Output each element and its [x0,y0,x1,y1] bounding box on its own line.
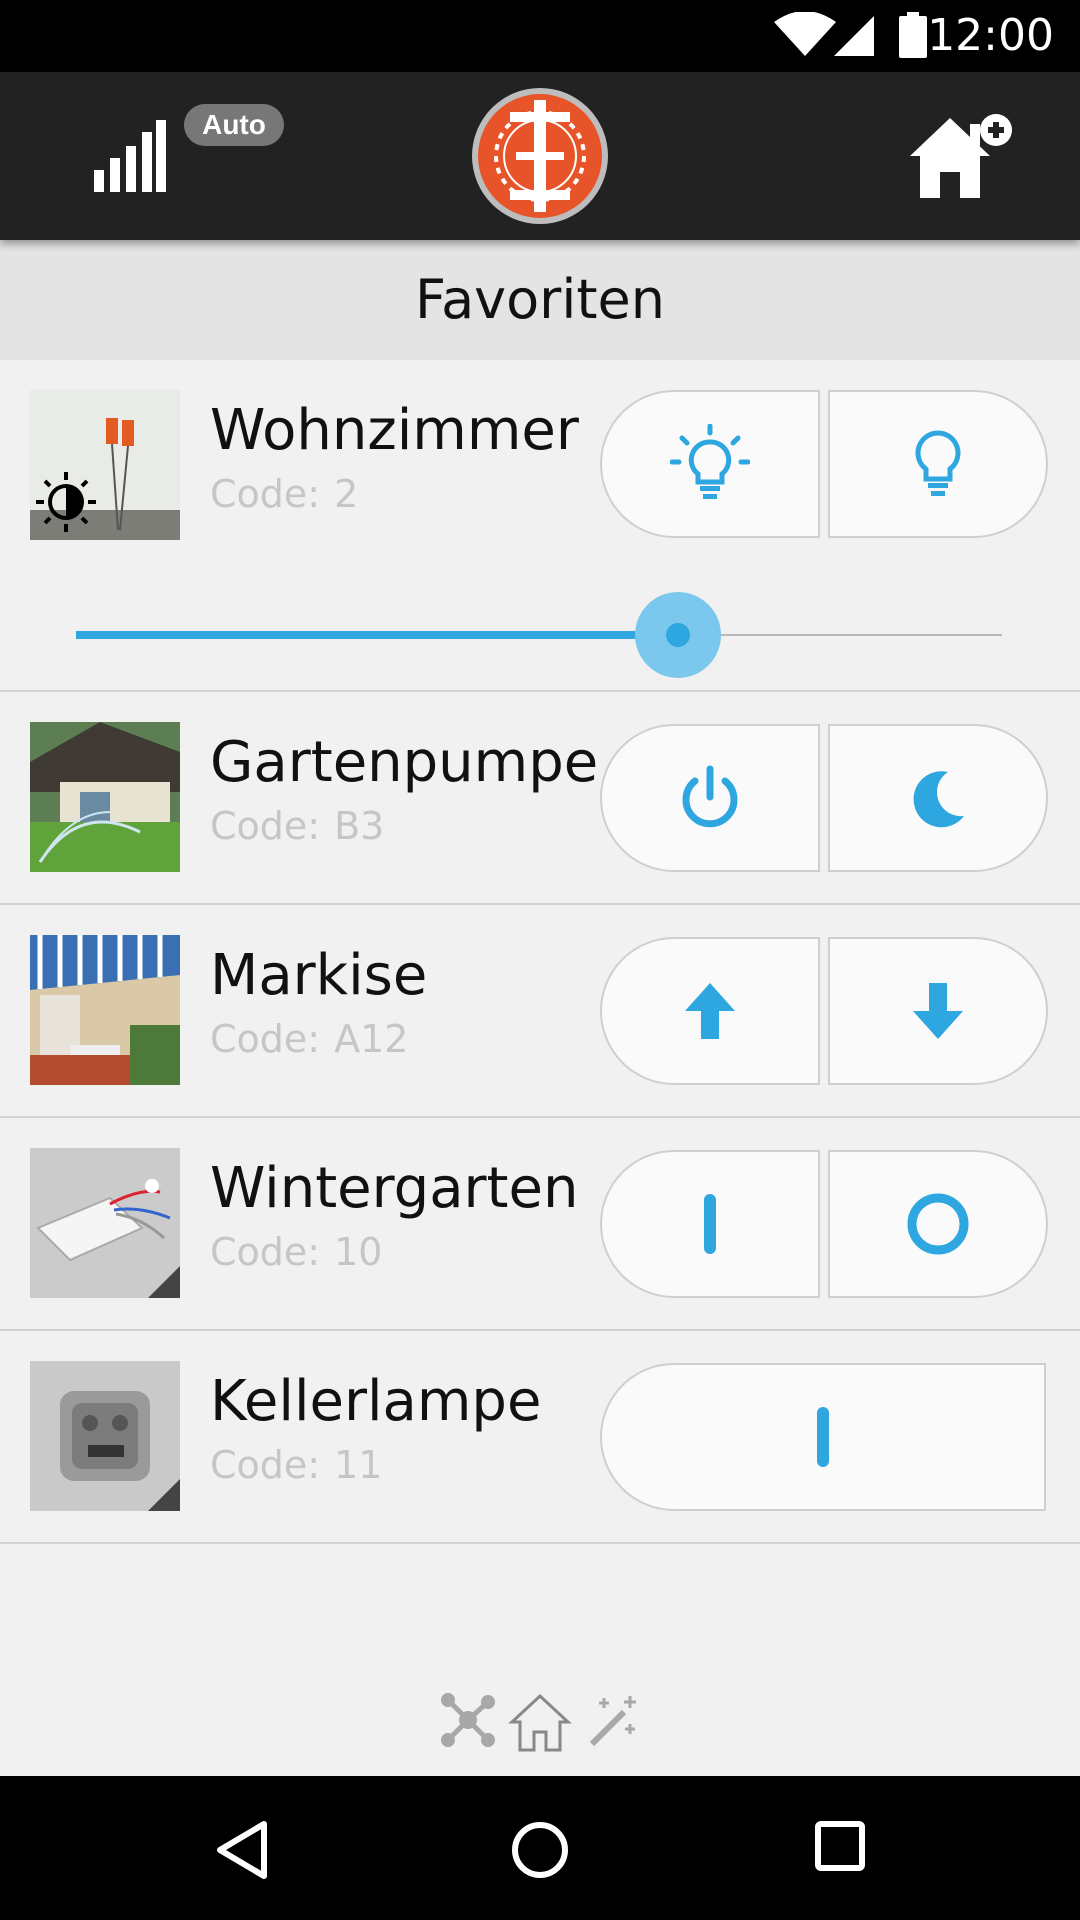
device-row-wohnzimmer: Wohnzimmer Code: 2 [0,360,1080,692]
battery-icon [899,12,927,58]
power-on-button[interactable] [600,724,820,872]
recents-icon[interactable] [814,1820,866,1872]
arrow-down-icon [913,983,963,1039]
clock: 12:00 [927,10,1054,61]
device-code: Code: 10 [210,1230,383,1274]
cell-signal-icon [834,16,874,56]
device-name: Wohnzimmer [210,398,579,463]
move-up-button[interactable] [600,937,820,1085]
light-off-button[interactable] [828,390,1048,538]
device-name: Wintergarten [210,1156,579,1221]
light-on-button[interactable] [600,390,820,538]
magic-wand-icon[interactable] [584,1692,640,1748]
intertechno-logo [472,88,608,224]
device-name: Kellerlampe [210,1369,542,1434]
device-thumbnail [30,935,180,1085]
device-name: Gartenpumpe [210,730,599,795]
device-thumbnail [30,1361,180,1511]
off-circle-icon [907,1193,969,1255]
mode-switcher [440,1692,640,1752]
device-code: Code: B3 [210,804,385,848]
device-thumbnail [30,390,180,540]
home-nav-icon[interactable] [510,1820,570,1880]
signal-strength-icon[interactable] [92,118,168,194]
device-code: Code: 11 [210,1443,383,1487]
switch-on-button[interactable] [600,1363,1046,1511]
move-down-button[interactable] [828,937,1048,1085]
device-thumbnail [30,1148,180,1298]
home-icon[interactable] [508,1692,572,1752]
standby-button[interactable] [828,724,1048,872]
dimmer-slider[interactable] [76,592,1002,678]
back-icon[interactable] [214,1820,270,1880]
system-nav-bar [0,1776,1080,1920]
slider-thumb-dot [666,623,690,647]
device-row-kellerlampe: Kellerlampe Code: 11 [0,1331,1080,1544]
light-off-icon [915,430,961,496]
slider-fill [76,631,678,639]
screen-title-bar: Favoriten [0,240,1080,360]
arrow-up-icon [685,983,735,1039]
on-bar-icon [817,1407,829,1467]
on-bar-icon [704,1194,716,1254]
device-code: Code: A12 [210,1017,409,1061]
device-row-wintergarten: Wintergarten Code: 10 [0,1118,1080,1331]
device-thumbnail [30,722,180,872]
app-bar: Auto [0,72,1080,240]
add-home-icon[interactable] [904,110,1014,200]
device-name: Markise [210,943,428,1008]
switch-on-button[interactable] [600,1150,820,1298]
moon-icon [913,771,964,828]
device-code: Code: 2 [210,472,359,516]
status-bar: 12:00 [0,0,1080,72]
device-row-gartenpumpe: Gartenpumpe Code: B3 [0,692,1080,905]
auto-badge[interactable]: Auto [184,104,284,146]
page-title: Favoriten [414,268,665,331]
power-icon [682,765,738,828]
light-on-icon [670,424,750,499]
network-icon[interactable] [440,1692,496,1748]
device-row-markise: Markise Code: A12 [0,905,1080,1118]
switch-off-button[interactable] [828,1150,1048,1298]
wifi-icon [774,12,836,56]
